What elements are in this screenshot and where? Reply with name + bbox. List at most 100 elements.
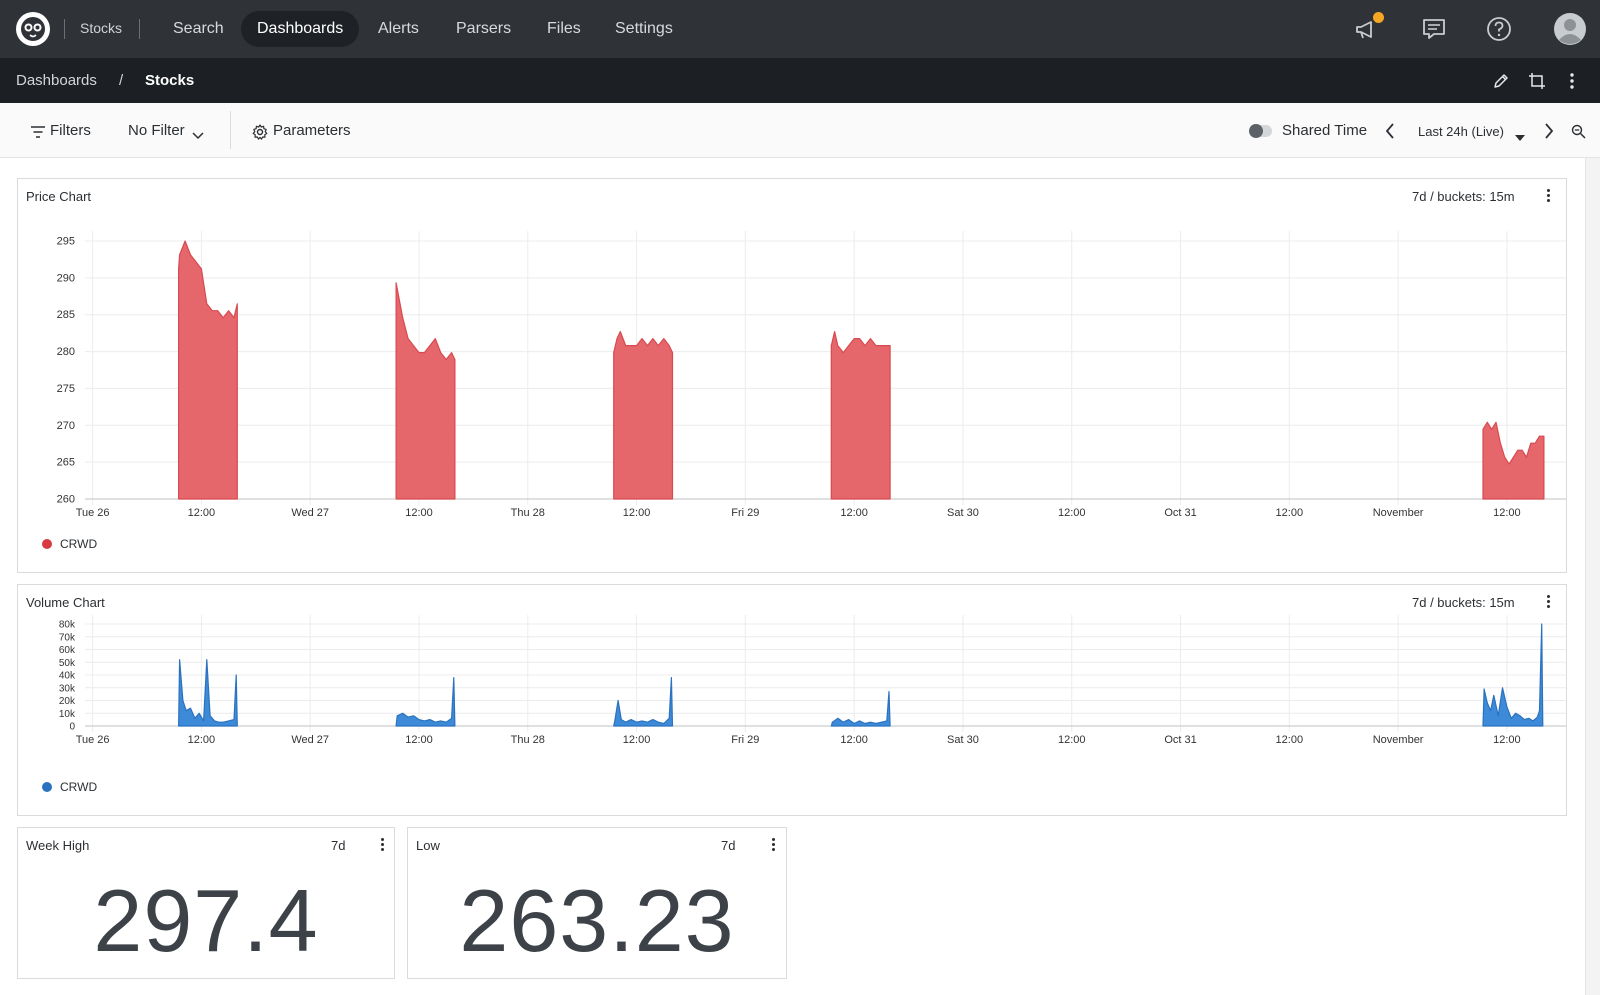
widget-menu-icon[interactable] xyxy=(1541,187,1555,205)
y-tick-label: 10k xyxy=(59,709,76,720)
area-series-crwd xyxy=(395,677,456,727)
x-tick-label: Thu 28 xyxy=(511,507,545,519)
y-tick-label: 20k xyxy=(59,696,76,707)
low-value: 263.23 xyxy=(459,871,735,970)
widget-menu-icon[interactable] xyxy=(766,836,780,854)
edit-pencil-icon[interactable] xyxy=(1490,70,1512,92)
week-high-widget: Week High 7d 297.4 xyxy=(17,827,395,979)
y-tick-label: 60k xyxy=(59,645,76,656)
x-tick-label: Oct 31 xyxy=(1164,507,1196,519)
announcements-megaphone-icon[interactable] xyxy=(1352,12,1384,44)
fullscreen-icon[interactable] xyxy=(1526,70,1548,92)
x-tick-label: Fri 29 xyxy=(731,507,759,519)
y-tick-label: 40k xyxy=(59,671,76,682)
x-tick-label: 12:00 xyxy=(623,734,651,746)
x-tick-label: 12:00 xyxy=(1493,507,1521,519)
page-scrollbar[interactable] xyxy=(1585,158,1600,995)
x-tick-label: Wed 27 xyxy=(291,507,329,519)
widget-menu-icon[interactable] xyxy=(1541,593,1555,611)
x-tick-label: 12:00 xyxy=(1493,734,1521,746)
y-tick-label: 290 xyxy=(57,272,75,284)
y-tick-label: 0 xyxy=(69,722,75,733)
widget-title: Volume Chart xyxy=(26,595,105,610)
dashboard-toolbar: Filters No Filter Parameters Shared Time… xyxy=(0,103,1600,158)
low-widget: Low 7d 263.23 xyxy=(407,827,787,979)
x-tick-label: 12:00 xyxy=(1276,734,1304,746)
x-tick-label: 12:00 xyxy=(405,507,433,519)
filters-button[interactable]: Filters xyxy=(50,122,91,139)
area-series-crwd xyxy=(613,677,674,727)
legend-label: CRWD xyxy=(60,537,98,551)
legend-swatch xyxy=(42,539,52,549)
nav-files[interactable]: Files xyxy=(531,11,597,47)
toggle-knob xyxy=(1249,124,1263,138)
user-avatar-icon[interactable] xyxy=(1553,12,1587,46)
x-tick-label: Sat 30 xyxy=(947,507,979,519)
chart-legend: CRWD xyxy=(42,537,97,551)
repository-name[interactable]: Stocks xyxy=(80,20,122,36)
area-series-crwd xyxy=(178,240,238,500)
area-series-crwd xyxy=(395,282,456,500)
x-tick-label: Fri 29 xyxy=(731,734,759,746)
legend-label: CRWD xyxy=(60,780,98,794)
x-tick-label: 12:00 xyxy=(188,734,216,746)
filters-icon[interactable] xyxy=(30,125,46,142)
help-icon[interactable] xyxy=(1484,14,1514,44)
widget-time-info: 7d xyxy=(331,838,346,853)
shared-time-toggle[interactable] xyxy=(1249,124,1272,138)
chevron-right-icon[interactable] xyxy=(1544,123,1554,143)
x-tick-label: Sat 30 xyxy=(947,734,979,746)
breadcrumb-separator: / xyxy=(119,72,124,89)
x-tick-label: November xyxy=(1373,507,1424,519)
parameters-button[interactable]: Parameters xyxy=(273,122,351,139)
nav-dashboards[interactable]: Dashboards xyxy=(241,11,360,47)
x-tick-label: 12:00 xyxy=(840,734,868,746)
nav-search[interactable]: Search xyxy=(157,11,240,47)
zoom-out-icon[interactable] xyxy=(1571,124,1586,143)
y-tick-label: 50k xyxy=(59,658,76,669)
messages-icon[interactable] xyxy=(1419,14,1449,44)
time-range-select[interactable]: Last 24h (Live) xyxy=(1418,124,1504,139)
y-tick-label: 275 xyxy=(57,383,75,395)
area-series-crwd xyxy=(178,659,238,727)
nav-settings[interactable]: Settings xyxy=(599,11,689,47)
y-tick-label: 295 xyxy=(57,236,75,248)
chevron-left-icon[interactable] xyxy=(1385,123,1395,143)
nav-alerts[interactable]: Alerts xyxy=(362,11,435,47)
y-tick-label: 280 xyxy=(57,346,75,358)
nav-parsers[interactable]: Parsers xyxy=(440,11,527,47)
y-tick-label: 265 xyxy=(57,457,75,469)
x-tick-label: 12:00 xyxy=(840,507,868,519)
filter-select[interactable]: No Filter xyxy=(128,122,185,139)
area-series-crwd xyxy=(830,331,891,500)
x-tick-label: Oct 31 xyxy=(1164,734,1196,746)
volume-chart-plot: 0 10k 20k 30k40k 50k 60k 70k80k Tue 26 12:00 Wed … xyxy=(59,615,1566,746)
nav-divider xyxy=(139,19,140,39)
x-tick-label: 12:00 xyxy=(188,507,216,519)
widget-menu-icon[interactable] xyxy=(375,836,389,854)
widget-title: Week High xyxy=(26,838,90,853)
widget-time-info: 7d / buckets: 15m xyxy=(1412,595,1515,610)
toolbar-divider xyxy=(230,111,231,149)
more-options-icon[interactable] xyxy=(1561,70,1583,92)
top-navigation: Stocks Search Dashboards Alerts Parsers … xyxy=(0,0,1600,58)
area-series-crwd xyxy=(830,691,891,727)
breadcrumb-dashboards-link[interactable]: Dashboards xyxy=(16,72,97,89)
x-tick-label: 12:00 xyxy=(405,734,433,746)
chevron-down-icon[interactable] xyxy=(192,127,204,144)
gear-icon[interactable] xyxy=(252,124,268,144)
logo-owl-icon[interactable] xyxy=(16,12,50,46)
x-tick-label: 12:00 xyxy=(1058,734,1086,746)
area-series-crwd xyxy=(1482,421,1545,500)
legend-swatch xyxy=(42,782,52,792)
y-tick-label: 270 xyxy=(57,420,75,432)
x-tick-label: Tue 26 xyxy=(76,734,110,746)
y-tick-label: 260 xyxy=(57,494,75,506)
x-tick-label: 12:00 xyxy=(1276,507,1304,519)
x-tick-label: November xyxy=(1373,734,1424,746)
price-chart-plot: 260 265 270 275 280 285 290 295 Tue 26 12:00 Wed 2… xyxy=(57,231,1566,519)
caret-down-icon[interactable] xyxy=(1515,128,1525,145)
breadcrumb: Dashboards / Stocks xyxy=(0,58,1600,103)
widget-title: Low xyxy=(416,838,440,853)
x-tick-label: Wed 27 xyxy=(291,734,329,746)
